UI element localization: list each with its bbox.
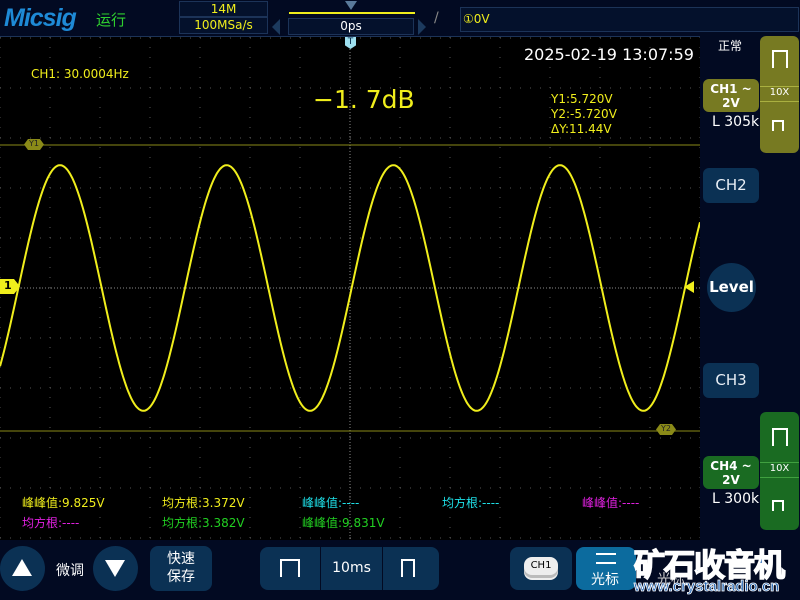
cursor-button[interactable]: 光标 — [576, 547, 636, 590]
trigger-level-marker[interactable] — [684, 281, 694, 293]
ch4-scale: 2V — [722, 473, 740, 487]
measurement-ch2-pkpk[interactable]: 峰峰值:---- — [302, 494, 359, 511]
measurement-ch1-rms[interactable]: 均方根:3.372V — [162, 494, 245, 511]
cursor-y1-handle[interactable]: Y1 — [24, 139, 44, 150]
fine-adjust-label: 微调 — [56, 563, 84, 579]
cursor-y1-value: Y1:5.720V — [551, 92, 613, 106]
trigger-level-knob[interactable]: Level — [707, 263, 756, 312]
ch1-stack-icon: CH1 — [524, 557, 558, 575]
watermark-url: www.crystalradio.cn — [634, 578, 780, 596]
narrow-pulse-icon — [280, 559, 300, 577]
sample-rate[interactable]: 100MSa/s — [179, 17, 268, 34]
ac-coupling-icon: ~ — [741, 82, 752, 96]
cursor-readouts: Y1:5.720V Y2:-5.720V ΔY:11.44V — [551, 92, 617, 137]
ch1-probe-panel[interactable]: 10X — [760, 36, 799, 153]
timebase-faster-button[interactable] — [260, 547, 320, 590]
timebase-slower-button[interactable] — [383, 547, 439, 590]
trigger-edge-icon[interactable]: / — [434, 10, 439, 26]
right-arrow-icon[interactable] — [418, 19, 426, 35]
cursor-label: 光标 — [591, 572, 619, 588]
datetime: 2025-02-19 13:07:59 — [524, 45, 694, 64]
memory-depth[interactable]: 14M — [179, 1, 268, 17]
ch1-scale: 2V — [722, 96, 740, 110]
ch4-probe-ratio: 10X — [760, 462, 799, 478]
ch1-probe-ratio: 10X — [760, 86, 799, 102]
position-marker-icon — [345, 1, 357, 10]
ch2-button[interactable]: CH2 — [703, 168, 759, 203]
fine-up-button[interactable] — [0, 546, 45, 591]
ch1-label: CH1 — [710, 82, 738, 96]
scale-up-icon[interactable] — [772, 428, 788, 446]
brand-logo: Micsig — [4, 4, 77, 32]
scale-down-icon[interactable] — [772, 500, 784, 511]
measurement-ch3-rms[interactable]: 均方根:---- — [22, 514, 79, 531]
cursor-y2-handle[interactable]: Y2 — [656, 424, 676, 435]
ch4-label: CH4 — [710, 459, 738, 473]
wide-pulse-icon — [401, 559, 415, 577]
ac-coupling-icon: ~ — [741, 459, 752, 473]
ch3-button[interactable]: CH3 — [703, 363, 759, 398]
ch1-impedance: L 305k — [712, 114, 760, 130]
horizontal-position[interactable]: 0ps — [288, 18, 414, 35]
left-arrow-icon[interactable] — [272, 19, 280, 35]
quick-save-line1: 快速 — [167, 551, 195, 567]
cursor-y2-value: Y2:-5.720V — [551, 107, 617, 121]
fine-down-button[interactable] — [93, 546, 138, 591]
measurement-ch2-rms[interactable]: 均方根:---- — [442, 494, 499, 511]
measurement-ch1-pkpk[interactable]: 峰峰值:9.825V — [22, 494, 105, 511]
cursor-dy-value: ΔY:11.44V — [551, 122, 612, 136]
frequency-readout: CH1: 30.0004Hz — [31, 67, 129, 81]
quick-save-button[interactable]: 快速 保存 — [150, 546, 212, 591]
trigger-level[interactable]: ①0V — [460, 7, 799, 32]
up-triangle-icon — [12, 559, 32, 576]
ch1-button[interactable]: CH1 ~ 2V — [703, 79, 759, 112]
gain-readout: −1. 7dB — [313, 85, 415, 114]
waveform-display[interactable]: 2025-02-19 13:07:59 CH1: 30.0004Hz −1. 7… — [0, 36, 700, 541]
scale-down-icon[interactable] — [772, 120, 784, 131]
ch4-button[interactable]: CH4 ~ 2V — [703, 456, 759, 489]
memory-position-bar[interactable] — [289, 12, 415, 14]
measurement-ch3-pkpk[interactable]: 峰峰值:---- — [582, 494, 639, 511]
cursor-lines-icon — [596, 553, 616, 564]
ch4-probe-panel[interactable]: 10X — [760, 412, 799, 530]
channel-select-button[interactable]: CH1 — [510, 547, 572, 590]
run-state[interactable]: 运行 — [96, 9, 126, 30]
measurement-ch4-rms[interactable]: 均方根:3.382V — [162, 514, 245, 531]
acquisition-mode[interactable]: 正常 — [718, 37, 742, 54]
down-triangle-icon — [105, 560, 125, 577]
ch4-impedance: L 300k — [712, 491, 760, 507]
quick-save-line2: 保存 — [167, 569, 195, 585]
measurement-ch4-pkpk[interactable]: 峰峰值:9.831V — [302, 514, 385, 531]
timebase-value[interactable]: 10ms — [321, 547, 382, 590]
scale-up-icon[interactable] — [772, 50, 788, 68]
